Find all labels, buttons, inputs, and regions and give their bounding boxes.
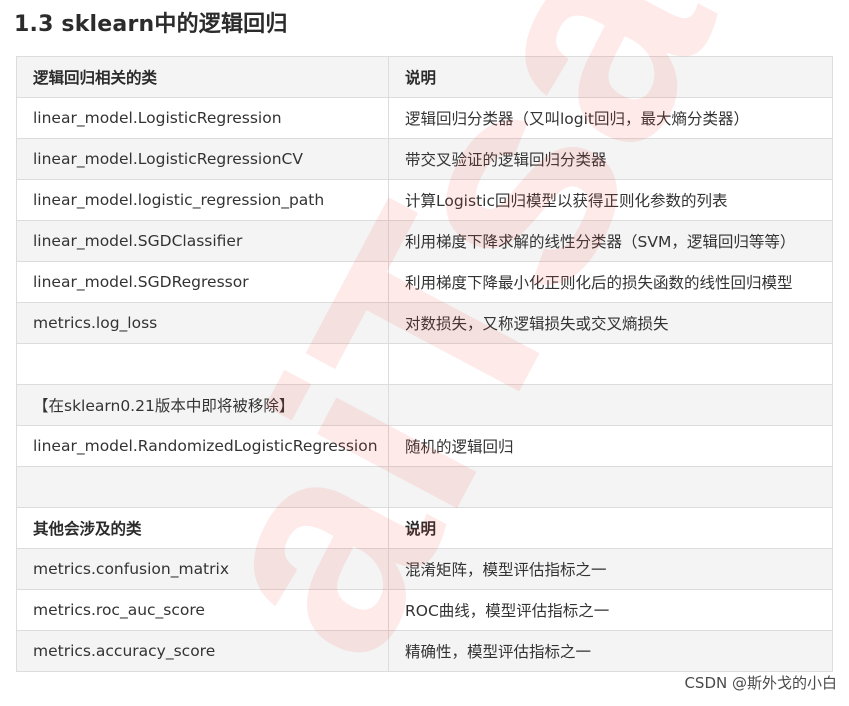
table-row: linear_model.LogisticRegression 逻辑回归分类器（又… (16, 97, 833, 139)
class-name-cell: linear_model.RandomizedLogisticRegressio… (16, 425, 389, 467)
class-name-cell: linear_model.logistic_regression_path (16, 179, 389, 221)
description-cell: 随机的逻辑回归 (388, 425, 833, 467)
description-cell (388, 343, 833, 385)
page-title: 1.3 sklearn中的逻辑回归 (14, 12, 288, 37)
column-header-class: 其他会涉及的类 (16, 507, 389, 549)
table-empty-row (16, 343, 833, 385)
table-row: linear_model.SGDRegressor 利用梯度下降最小化正则化后的损… (16, 261, 833, 303)
description-cell: 带交叉验证的逻辑回归分类器 (388, 138, 833, 180)
table-row: linear_model.logistic_regression_path 计算L… (16, 179, 833, 221)
class-name-cell: linear_model.SGDRegressor (16, 261, 389, 303)
table-row: 【在sklearn0.21版本中即将被移除】 (16, 384, 833, 426)
description-cell: 利用梯度下降求解的线性分类器（SVM，逻辑回归等等） (388, 220, 833, 262)
table-row: linear_model.SGDClassifier 利用梯度下降求解的线性分类器… (16, 220, 833, 262)
description-cell (388, 466, 833, 508)
description-cell: ROC曲线，模型评估指标之一 (388, 589, 833, 631)
class-name-cell: metrics.roc_auc_score (16, 589, 389, 631)
table-row: metrics.accuracy_score 精确性，模型评估指标之一 (16, 630, 833, 672)
class-name-cell: linear_model.SGDClassifier (16, 220, 389, 262)
class-name-cell (16, 466, 389, 508)
description-cell: 逻辑回归分类器（又叫logit回归，最大熵分类器） (388, 97, 833, 139)
table-row: linear_model.RandomizedLogisticRegressio… (16, 425, 833, 467)
class-name-cell: metrics.confusion_matrix (16, 548, 389, 590)
table-header-row: 其他会涉及的类 说明 (16, 507, 833, 549)
class-name-cell: metrics.log_loss (16, 302, 389, 344)
class-name-cell: linear_model.LogisticRegression (16, 97, 389, 139)
table-row: metrics.confusion_matrix 混淆矩阵，模型评估指标之一 (16, 548, 833, 590)
description-cell (388, 384, 833, 426)
table-row: linear_model.LogisticRegressionCV 带交叉验证的逻… (16, 138, 833, 180)
description-cell: 计算Logistic回归模型以获得正则化参数的列表 (388, 179, 833, 221)
description-cell: 混淆矩阵，模型评估指标之一 (388, 548, 833, 590)
description-cell: 对数损失，又称逻辑损失或交叉熵损失 (388, 302, 833, 344)
description-cell: 精确性，模型评估指标之一 (388, 630, 833, 672)
api-table: 逻辑回归相关的类 说明 linear_model.LogisticRegressio… (16, 56, 833, 672)
table-empty-row (16, 466, 833, 508)
class-name-cell (16, 343, 389, 385)
description-cell: 利用梯度下降最小化正则化后的损失函数的线性回归模型 (388, 261, 833, 303)
table-row: metrics.roc_auc_score ROC曲线，模型评估指标之一 (16, 589, 833, 631)
column-header-description: 说明 (388, 56, 833, 98)
table-header-row: 逻辑回归相关的类 说明 (16, 56, 833, 98)
class-name-cell: metrics.accuracy_score (16, 630, 389, 672)
class-name-cell: linear_model.LogisticRegressionCV (16, 138, 389, 180)
class-name-cell: 【在sklearn0.21版本中即将被移除】 (16, 384, 389, 426)
author-credit: CSDN @斯外戈的小白 (684, 672, 837, 693)
column-header-description: 说明 (388, 507, 833, 549)
column-header-class: 逻辑回归相关的类 (16, 56, 389, 98)
table-row: metrics.log_loss 对数损失，又称逻辑损失或交叉熵损失 (16, 302, 833, 344)
